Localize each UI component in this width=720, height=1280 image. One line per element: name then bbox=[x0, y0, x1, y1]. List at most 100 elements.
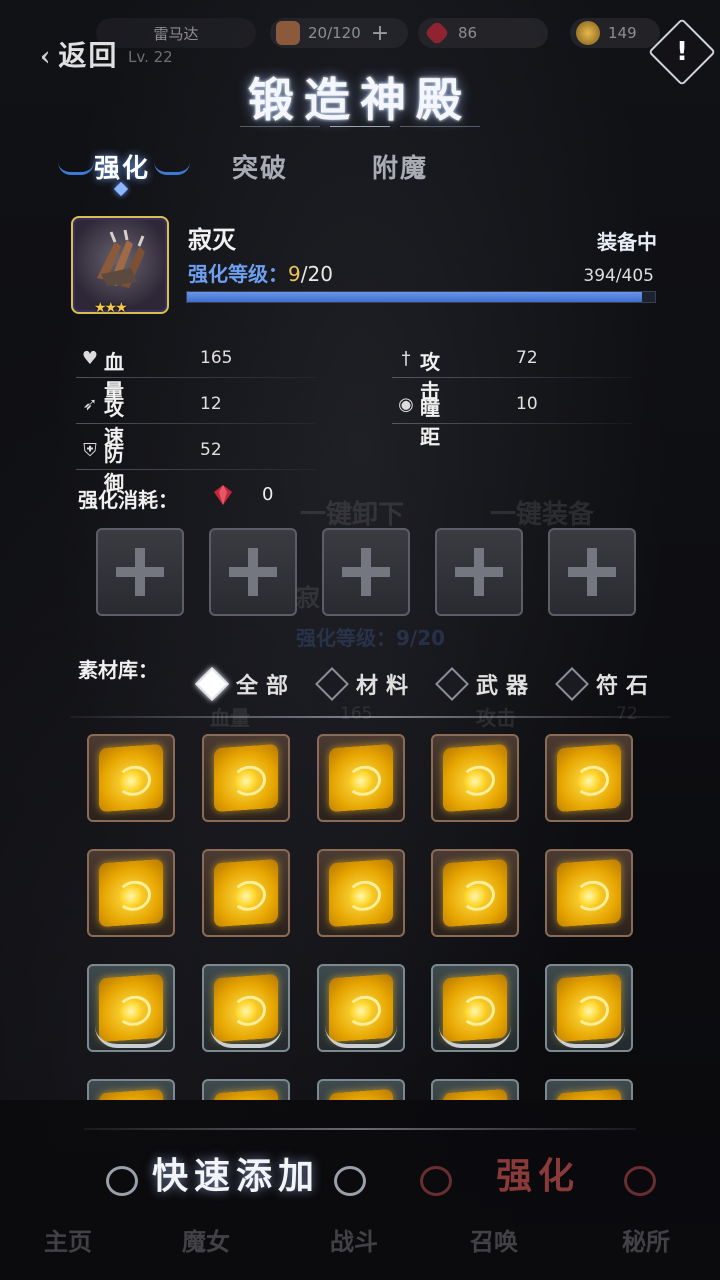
title-ornament bbox=[240, 126, 480, 137]
exp-text: 394/405 bbox=[583, 266, 654, 286]
material-cube-item[interactable] bbox=[87, 1079, 175, 1100]
material-cube-item[interactable] bbox=[317, 849, 405, 937]
material-slot-3[interactable] bbox=[322, 528, 410, 616]
quick-add-label: 快速添加 bbox=[151, 1155, 320, 1197]
material-cube-item[interactable] bbox=[545, 964, 633, 1052]
material-grid bbox=[87, 734, 647, 1100]
golden-cube-icon bbox=[214, 858, 278, 928]
shield-icon: ⛨ bbox=[83, 440, 97, 461]
ornament-right-icon bbox=[624, 1166, 656, 1196]
stamina-pill: 20/120 + bbox=[270, 18, 408, 48]
claw-weapon-icon bbox=[97, 229, 145, 288]
ruby-icon bbox=[424, 20, 450, 46]
filter-runes-label: 符石 bbox=[596, 673, 657, 699]
stat-divider bbox=[392, 377, 632, 378]
golden-cube-icon bbox=[99, 858, 163, 928]
golden-cube-icon bbox=[557, 1088, 621, 1100]
golden-cube-icon bbox=[557, 743, 621, 813]
tab-wing-left-icon bbox=[58, 162, 94, 175]
nav-home[interactable]: 主页 bbox=[44, 1222, 92, 1257]
heart-icon: ♥ bbox=[81, 348, 99, 369]
material-cube-item[interactable] bbox=[545, 734, 633, 822]
material-cube-item[interactable] bbox=[545, 1079, 633, 1100]
enhance-level-row: 强化等级：9/20 bbox=[188, 258, 333, 287]
golden-cube-icon bbox=[329, 743, 393, 813]
coins-value: 149 bbox=[608, 24, 637, 42]
enhance-button[interactable]: 强化 bbox=[420, 1140, 656, 1212]
material-slot-1[interactable] bbox=[96, 528, 184, 616]
coins-pill: 149 bbox=[570, 18, 660, 48]
player-name: 雷马达 bbox=[153, 24, 199, 43]
item-name: 寂灭 bbox=[188, 225, 236, 254]
golden-cube-icon bbox=[443, 743, 507, 813]
quick-add-button[interactable]: 快速添加 bbox=[106, 1140, 366, 1212]
material-cube-item[interactable] bbox=[317, 964, 405, 1052]
ghost-quick-unequip: 一键卸下 bbox=[300, 500, 405, 530]
ghost-level: 强化等级：9/20 bbox=[296, 626, 446, 650]
golden-cube-icon bbox=[443, 1088, 507, 1100]
material-cube-item[interactable] bbox=[202, 734, 290, 822]
stat-hp-value: 165 bbox=[200, 348, 233, 368]
silver-mount-icon bbox=[95, 1026, 167, 1048]
sword-icon: † bbox=[401, 348, 411, 369]
material-cube-item[interactable] bbox=[87, 964, 175, 1052]
material-cube-item[interactable] bbox=[431, 734, 519, 822]
tab-enchant[interactable]: 附魔 bbox=[372, 148, 428, 185]
nav-secret[interactable]: 秘所 bbox=[622, 1222, 670, 1257]
silver-mount-icon bbox=[210, 1026, 282, 1048]
ghost-name: 寂 bbox=[296, 584, 320, 612]
tab-breakthrough[interactable]: 突破 bbox=[232, 148, 288, 185]
material-cube-item[interactable] bbox=[202, 1079, 290, 1100]
material-slot-2[interactable] bbox=[209, 528, 297, 616]
nav-witch[interactable]: 魔女 bbox=[182, 1222, 230, 1257]
stamina-value: 20/120 bbox=[308, 24, 361, 42]
material-slot-4[interactable] bbox=[435, 528, 523, 616]
material-cube-item[interactable] bbox=[317, 1079, 405, 1100]
tab-bar: 强化 突破 附魔 bbox=[58, 148, 480, 197]
silver-mount-icon bbox=[325, 1026, 397, 1048]
tab-enhance[interactable]: 强化 bbox=[94, 148, 150, 185]
silver-mount-icon bbox=[553, 1026, 625, 1048]
stat-divider bbox=[76, 423, 316, 424]
golden-cube-icon bbox=[329, 1088, 393, 1100]
coin-icon bbox=[576, 21, 600, 45]
material-cube-item[interactable] bbox=[545, 849, 633, 937]
material-cube-item[interactable] bbox=[87, 849, 175, 937]
eye-icon: ◉ bbox=[398, 394, 414, 415]
stat-pupil-distance-value: 10 bbox=[516, 394, 538, 414]
enhance-cost-label: 强化消耗： bbox=[78, 488, 178, 512]
material-cube-item[interactable] bbox=[202, 849, 290, 937]
item-stars: ★★★ bbox=[94, 300, 128, 316]
enhance-level-current: 9 bbox=[288, 262, 301, 286]
material-cube-item[interactable] bbox=[431, 1079, 519, 1100]
exp-progress-fill bbox=[187, 292, 643, 302]
filter-all-label: 全部 bbox=[236, 673, 297, 699]
ornament-right-icon bbox=[334, 1166, 366, 1196]
nav-summon[interactable]: 召唤 bbox=[470, 1222, 518, 1257]
material-cube-item[interactable] bbox=[317, 734, 405, 822]
ghost-quick-equip: 一键装备 bbox=[490, 500, 595, 530]
feather-icon: ➶ bbox=[82, 394, 98, 415]
stat-divider bbox=[76, 469, 316, 470]
filter-weapons-label: 武器 bbox=[476, 673, 537, 699]
filter-materials-label: 材料 bbox=[356, 673, 417, 699]
nav-battle[interactable]: 战斗 bbox=[330, 1222, 378, 1257]
library-divider bbox=[70, 716, 670, 718]
enhance-level-max: /20 bbox=[300, 262, 333, 286]
material-cube-item[interactable] bbox=[87, 734, 175, 822]
page-title: 锻造神殿 bbox=[248, 73, 472, 127]
material-slot-5[interactable] bbox=[548, 528, 636, 616]
tab-wing-right-icon bbox=[154, 162, 190, 175]
card-icon bbox=[276, 21, 300, 45]
golden-cube-icon bbox=[99, 743, 163, 813]
ghost-atk-val: 72 bbox=[616, 704, 638, 724]
add-stamina-button[interactable]: + bbox=[371, 21, 389, 46]
material-cube-item[interactable] bbox=[431, 964, 519, 1052]
material-cube-item[interactable] bbox=[431, 849, 519, 937]
material-cube-item[interactable] bbox=[202, 964, 290, 1052]
gems-pill: 86 bbox=[418, 18, 548, 48]
silver-mount-icon bbox=[439, 1026, 511, 1048]
stat-defense-value: 52 bbox=[200, 440, 222, 460]
ornament-left-icon bbox=[420, 1166, 452, 1196]
player-name-pill: 雷马达 bbox=[96, 18, 256, 48]
